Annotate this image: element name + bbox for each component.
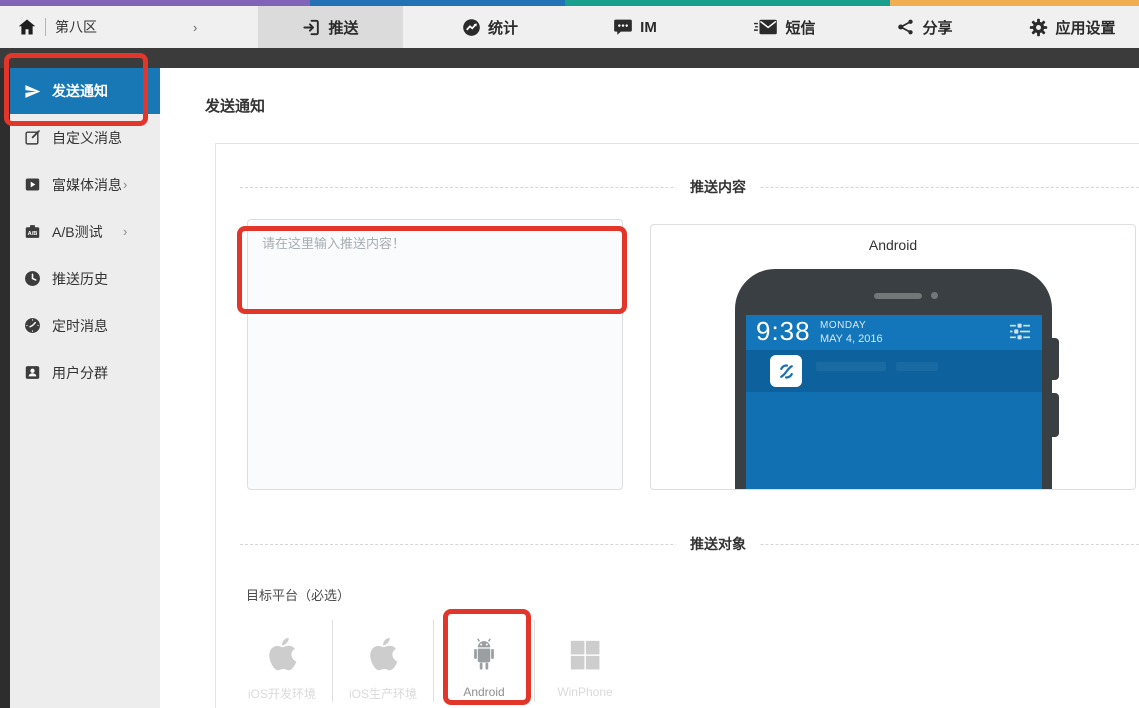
sidebar-item-custom-message[interactable]: 自定义消息 [10, 114, 160, 161]
lockscreen-status-band: 9:38 MONDAY MAY 4, 2016 [746, 315, 1042, 350]
windows-icon [568, 628, 602, 672]
section-divider: 推送内容 [240, 187, 1139, 188]
sidebar-item-label: 推送历史 [52, 269, 108, 289]
lockscreen-time: 9:38 [756, 316, 811, 347]
top-navbar: 第八区 › 推送 统计 IM 短信 [0, 6, 1139, 48]
phone-speaker [874, 293, 922, 299]
target-platform-label: 目标平台（必选） [246, 585, 350, 604]
page-title: 发送通知 [205, 95, 265, 116]
platform-label: iOS开发环境 [248, 685, 316, 702]
android-preview-panel: Android 9:38 MONDAY MAY 4, 2016 [650, 224, 1136, 490]
phone-camera [931, 292, 938, 299]
home-icon[interactable] [18, 18, 36, 36]
platform-label: WinPhone [557, 685, 612, 699]
sidebar: 发送通知 自定义消息 富媒体消息 › A/B A/B测试 › [10, 68, 160, 708]
sliders-icon [1010, 323, 1030, 345]
settings-icon [1029, 18, 1048, 37]
sidebar-item-label: 用户分群 [52, 363, 108, 383]
phone-power-button [1050, 393, 1059, 437]
left-edge-strip [0, 68, 10, 708]
tab-app-settings[interactable]: 应用设置 [1010, 6, 1135, 48]
tab-label: 推送 [328, 17, 358, 38]
sidebar-item-send-notification[interactable]: 发送通知 [10, 68, 160, 114]
app-name: 第八区 [55, 17, 97, 37]
divider [45, 18, 46, 36]
share-icon [897, 18, 915, 36]
tab-sms[interactable]: 短信 [730, 6, 840, 48]
platform-android[interactable]: Android [434, 614, 534, 702]
sidebar-item-rich-media[interactable]: 富媒体消息 › [10, 161, 160, 208]
segment-icon [24, 364, 41, 381]
svg-text:A/B: A/B [28, 231, 38, 237]
platform-label: Android [463, 685, 504, 699]
push-content-input[interactable] [247, 219, 623, 490]
phone-volume-button [1050, 338, 1059, 380]
chevron-right-icon: › [123, 208, 127, 255]
platform-picker: iOS开发环境 iOS生产环境 Android [232, 614, 635, 702]
sidebar-item-user-segments[interactable]: 用户分群 [10, 349, 160, 396]
tab-share[interactable]: 分享 [875, 6, 975, 48]
im-icon [613, 18, 633, 36]
platform-winphone[interactable]: WinPhone [535, 614, 635, 702]
platform-label: iOS生产环境 [349, 685, 417, 702]
sidebar-item-push-history[interactable]: 推送历史 [10, 255, 160, 302]
notification-band [746, 350, 1042, 392]
sidebar-item-label: A/B测试 [52, 222, 103, 242]
push-form-panel: 推送内容 Android 9:38 MONDAY MA [215, 143, 1139, 708]
tab-stats[interactable]: 统计 [430, 6, 550, 48]
section-title-push-content: 推送内容 [676, 177, 760, 197]
tab-label: IM [640, 19, 657, 36]
phone-mockup: 9:38 MONDAY MAY 4, 2016 [735, 269, 1052, 490]
sidebar-item-label: 定时消息 [52, 316, 108, 336]
preview-device-label: Android [651, 237, 1135, 253]
notification-text-placeholder [896, 362, 938, 371]
chevron-right-icon[interactable]: › [193, 6, 197, 48]
android-icon [469, 628, 499, 672]
tab-label: 统计 [488, 17, 518, 38]
lockscreen-date-block: MONDAY MAY 4, 2016 [820, 320, 883, 346]
lockscreen-date: MAY 4, 2016 [820, 333, 883, 347]
history-icon [24, 270, 41, 287]
sub-nav-dark-bar [0, 48, 1139, 68]
sidebar-item-label: 发送通知 [52, 81, 108, 101]
push-icon [302, 18, 321, 37]
richmedia-icon [24, 176, 41, 193]
tab-label: 应用设置 [1055, 17, 1115, 38]
send-icon [24, 83, 41, 100]
platform-ios-dev[interactable]: iOS开发环境 [232, 614, 332, 702]
stats-icon [462, 18, 481, 37]
sidebar-item-scheduled-message[interactable]: 定时消息 [10, 302, 160, 349]
apple-icon [268, 628, 297, 672]
main-content: 发送通知 推送内容 Android 9:38 [160, 68, 1139, 708]
apple-icon [369, 628, 398, 672]
lockscreen-day: MONDAY [820, 320, 883, 333]
tab-label: 分享 [922, 17, 952, 38]
edit-icon [24, 129, 41, 146]
sms-icon [754, 18, 778, 36]
tab-label: 短信 [785, 17, 815, 38]
sidebar-item-label: 富媒体消息 [52, 175, 122, 195]
sidebar-item-label: 自定义消息 [52, 128, 122, 148]
app-notification-icon [770, 355, 802, 387]
page: 第八区 › 推送 统计 IM 短信 [0, 0, 1139, 708]
breadcrumb[interactable]: 第八区 [18, 6, 97, 48]
sidebar-item-ab-test[interactable]: A/B A/B测试 › [10, 208, 160, 255]
section-title-push-target: 推送对象 [676, 534, 760, 554]
phone-screen: 9:38 MONDAY MAY 4, 2016 [746, 315, 1042, 490]
notification-title-placeholder [816, 362, 886, 371]
tab-im[interactable]: IM [585, 6, 685, 48]
schedule-icon [24, 317, 41, 334]
chevron-right-icon: › [123, 161, 127, 208]
ab-test-icon: A/B [24, 223, 41, 240]
section-divider: 推送对象 [240, 544, 1139, 545]
platform-ios-prod[interactable]: iOS生产环境 [333, 614, 433, 702]
tab-push[interactable]: 推送 [258, 6, 403, 48]
